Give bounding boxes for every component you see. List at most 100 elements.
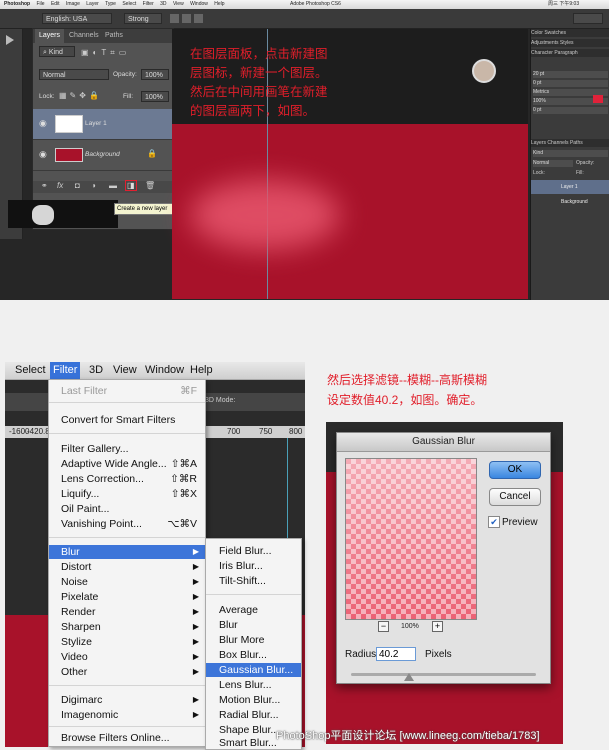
menu-help[interactable]: Help — [190, 362, 213, 379]
new-layer-icon[interactable]: ◨ — [125, 180, 137, 191]
dialog-title: Gaussian Blur — [337, 433, 550, 452]
text-color-swatch[interactable] — [593, 95, 603, 103]
right-background-row[interactable]: Background — [531, 195, 609, 209]
mac-menu-view[interactable]: View — [173, 1, 184, 7]
eye-icon[interactable]: ◉ — [39, 149, 47, 160]
slider-handle[interactable] — [404, 673, 414, 681]
submenu-item-gaussian-blur[interactable]: Gaussian Blur... — [206, 663, 301, 677]
mac-menu-help[interactable]: Help — [214, 1, 224, 7]
submenu-item-average[interactable]: Average — [206, 603, 301, 617]
antialias-dropdown[interactable]: Strong — [124, 13, 162, 24]
menu-item-render[interactable]: Render ▶ — [49, 605, 205, 619]
align-center-icon[interactable] — [182, 14, 191, 23]
blend-mode-dropdown[interactable]: Normal — [39, 69, 109, 80]
menu-item-filter-gallery[interactable]: Filter Gallery... — [49, 442, 205, 456]
trash-icon[interactable]: 🗑 — [145, 181, 155, 190]
menu-item-other[interactable]: Other ▶ — [49, 665, 205, 679]
layer-row-background[interactable]: ◉ Background 🔒 — [33, 140, 173, 171]
menu-item-browse-filters[interactable]: Browse Filters Online... — [49, 731, 205, 745]
align-left-icon[interactable] — [170, 14, 179, 23]
zoom-out-button[interactable]: − — [378, 621, 389, 632]
play-icon[interactable] — [6, 35, 14, 45]
blur-preview[interactable] — [345, 458, 477, 620]
menu-item-smart-filters[interactable]: Convert for Smart Filters — [49, 413, 205, 427]
menu-item-adaptive-wide-angle[interactable]: Adaptive Wide Angle... ⇧⌘A — [49, 457, 205, 471]
submenu-arrow-icon: ▶ — [192, 622, 199, 631]
submenu-item-blur-more[interactable]: Blur More — [206, 633, 301, 647]
font-size-field[interactable]: 20 pt — [533, 71, 608, 78]
mac-menu-photoshop[interactable]: Photoshop — [4, 1, 30, 7]
mask-icon[interactable]: ◘ — [75, 181, 80, 190]
menu-item-blur[interactable]: Blur ▶ — [49, 545, 205, 559]
mac-menu-layer[interactable]: Layer — [86, 1, 99, 7]
submenu-item-blur[interactable]: Blur — [206, 618, 301, 632]
mac-menu-file[interactable]: File — [37, 1, 45, 7]
opacity-field[interactable]: 100% — [141, 69, 169, 80]
mac-menu-select[interactable]: Select — [122, 1, 136, 7]
mac-menu-window[interactable]: Window — [190, 1, 208, 7]
mac-menu-edit[interactable]: Edit — [51, 1, 60, 7]
menu-item-digimarc[interactable]: Digimarc ▶ — [49, 693, 205, 707]
zoom-level: 100% — [401, 623, 419, 630]
tab-paths[interactable]: Paths — [105, 29, 123, 43]
layer-row-layer1[interactable]: ◉ Layer 1 — [33, 109, 173, 140]
menu-item-imagenomic[interactable]: Imagenomic ▶ — [49, 708, 205, 722]
submenu-item-motion-blur[interactable]: Motion Blur... — [206, 693, 301, 707]
menu-item-sharpen[interactable]: Sharpen ▶ — [49, 620, 205, 634]
menu-item-pixelate[interactable]: Pixelate ▶ — [49, 590, 205, 604]
submenu-item-field-blur[interactable]: Field Blur... — [206, 544, 301, 558]
adjustment-icon[interactable]: ◑ — [91, 181, 96, 190]
align-right-icon[interactable] — [194, 14, 203, 23]
right-layers-tabs[interactable]: Layers Channels Paths — [531, 139, 609, 147]
preview-checkbox[interactable]: ✔ — [488, 516, 500, 528]
menu-item-lens-correction[interactable]: Lens Correction... ⇧⌘R — [49, 472, 205, 486]
cancel-button[interactable]: Cancel — [489, 488, 541, 506]
right-kind-field[interactable]: Kind — [533, 150, 608, 157]
submenu-item-radial-blur[interactable]: Radial Blur... — [206, 708, 301, 722]
menu-item-stylize[interactable]: Stylize ▶ — [49, 635, 205, 649]
leading-field[interactable]: 0 pt — [533, 80, 608, 87]
folder-icon[interactable]: ▬ — [109, 181, 117, 190]
lock-icons[interactable]: ▦✎✥🔒 — [59, 91, 102, 100]
right-layer1-row[interactable]: Layer 1 — [531, 180, 609, 194]
menu-item-distort[interactable]: Distort ▶ — [49, 560, 205, 574]
fill-field[interactable]: 100% — [141, 91, 169, 102]
baseline-field[interactable]: 0 pt — [533, 107, 608, 114]
menu-filter[interactable]: Filter — [50, 362, 81, 379]
link-icon[interactable]: ⚭ — [41, 181, 48, 190]
menu-item-video[interactable]: Video ▶ — [49, 650, 205, 664]
eye-icon[interactable]: ◉ — [39, 118, 47, 129]
submenu-item-iris-blur[interactable]: Iris Blur... — [206, 559, 301, 573]
filter-icons[interactable]: ▣◐T⌗▭ — [81, 48, 130, 58]
menu-item-oil-paint[interactable]: Oil Paint... — [49, 502, 205, 516]
radius-input[interactable]: 40.2 — [376, 647, 416, 661]
language-dropdown[interactable]: English: USA — [42, 13, 112, 24]
menu-item-liquify[interactable]: Liquify... ⇧⌘X — [49, 487, 205, 501]
workspace-dropdown[interactable] — [573, 13, 603, 24]
mac-menu-3d[interactable]: 3D — [160, 1, 166, 7]
search-icon: ⌕ — [43, 49, 47, 56]
radius-slider[interactable] — [351, 673, 536, 676]
menu-window[interactable]: Window — [145, 362, 184, 379]
ok-button[interactable]: OK — [489, 461, 541, 479]
adjustment-tabs[interactable]: Adjustments Styles — [531, 39, 609, 47]
submenu-item-tilt-shift[interactable]: Tilt-Shift... — [206, 574, 301, 588]
right-blend-field[interactable]: Normal — [533, 160, 573, 167]
tab-channels[interactable]: Channels — [69, 29, 99, 43]
mac-menu-filter[interactable]: Filter — [143, 1, 154, 7]
mac-menu-image[interactable]: Image — [66, 1, 80, 7]
color-tabs[interactable]: Color Swatches — [531, 29, 609, 37]
menu-view[interactable]: View — [113, 362, 137, 379]
menu-item-noise[interactable]: Noise ▶ — [49, 575, 205, 589]
tab-layers[interactable]: Layers — [35, 29, 65, 43]
kind-filter-dropdown[interactable]: ⌕ Kind — [39, 46, 75, 57]
zoom-in-button[interactable]: + — [432, 621, 443, 632]
menu-item-vanishing-point[interactable]: Vanishing Point... ⌥⌘V — [49, 517, 205, 531]
mac-menu-type[interactable]: Type — [105, 1, 116, 7]
fx-icon[interactable]: fx — [57, 181, 63, 190]
submenu-item-box-blur[interactable]: Box Blur... — [206, 648, 301, 662]
menu-select[interactable]: Select — [15, 362, 46, 379]
character-tabs[interactable]: Character Paragraph — [531, 49, 609, 57]
menu-3d[interactable]: 3D — [89, 362, 103, 379]
submenu-item-lens-blur[interactable]: Lens Blur... — [206, 678, 301, 692]
